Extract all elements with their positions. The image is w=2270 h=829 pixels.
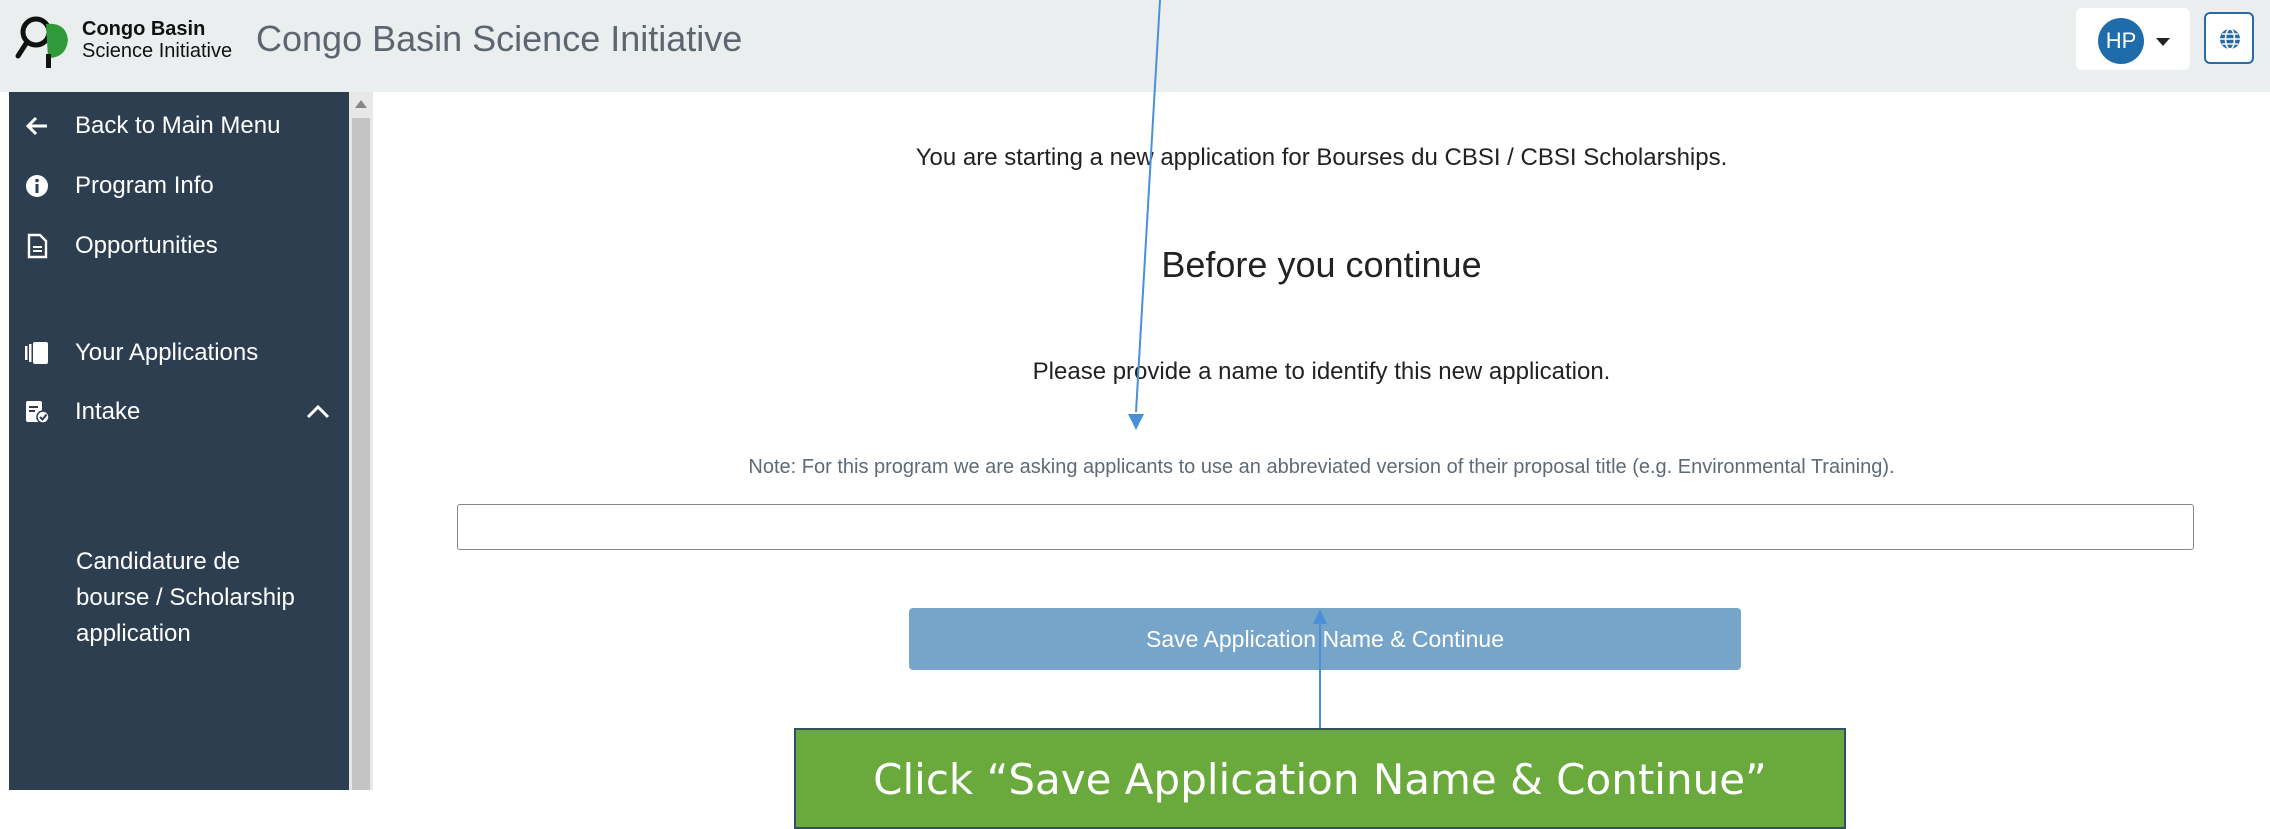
logo-line-2: Science Initiative — [82, 40, 233, 62]
sidebar-item-your-applications[interactable]: Your Applications — [9, 327, 349, 377]
language-button[interactable] — [2204, 12, 2254, 64]
scroll-up-arrow-icon[interactable] — [355, 100, 367, 108]
app-title: Congo Basin Science Initiative — [256, 18, 743, 59]
sidebar: Back to Main Menu Program Info Opportuni… — [9, 92, 349, 790]
applications-icon — [25, 342, 48, 364]
arrow-left-icon — [25, 116, 47, 136]
application-name-input[interactable] — [457, 504, 2194, 550]
annotation-callout: Click “Save Application Name & Continue” — [794, 728, 1846, 829]
note-text: Note: For this program we are asking app… — [748, 456, 1895, 478]
sidebar-item-label: Opportunities — [75, 232, 218, 259]
avatar: HP — [2098, 18, 2144, 64]
sidebar-item-label: Intake — [75, 398, 141, 425]
sidebar-item-label: Back to Main Menu — [75, 112, 281, 139]
user-menu-button[interactable]: HP — [2076, 8, 2190, 70]
info-icon — [26, 175, 48, 197]
logo-wordmark: Congo Basin Science Initiative — [82, 18, 232, 62]
sidebar-item-program-info[interactable]: Program Info — [9, 160, 349, 210]
main-content: You are starting a new application for B… — [373, 92, 2270, 829]
sidebar-item-opportunities[interactable]: Opportunities — [9, 220, 349, 270]
prompt-text: Please provide a name to identify this n… — [1032, 358, 1611, 385]
globe-icon — [2220, 28, 2240, 50]
logo-line-1: Congo Basin — [82, 18, 206, 40]
intro-text: You are starting a new application for B… — [915, 144, 1728, 171]
document-icon — [27, 233, 48, 259]
top-header: Congo Basin Science Initiative Congo Bas… — [0, 0, 2270, 92]
sidebar-subitem-scholarship-application[interactable]: Candidature de bourse / Scholarship appl… — [76, 544, 316, 652]
intake-icon — [26, 401, 50, 424]
sidebar-item-label: Your Applications — [75, 339, 259, 366]
scrollbar-thumb[interactable] — [352, 118, 370, 790]
save-application-name-button[interactable]: Save Application Name & Continue — [909, 608, 1741, 670]
caret-down-icon — [2156, 38, 2170, 46]
sidebar-item-back[interactable]: Back to Main Menu — [9, 100, 349, 150]
chevron-up-icon[interactable] — [305, 404, 331, 420]
page-heading: Before you continue — [1161, 244, 1482, 285]
sidebar-item-intake[interactable]: Intake — [9, 386, 349, 436]
cbsi-logo-icon — [15, 16, 68, 68]
sidebar-item-label: Program Info — [75, 172, 214, 199]
